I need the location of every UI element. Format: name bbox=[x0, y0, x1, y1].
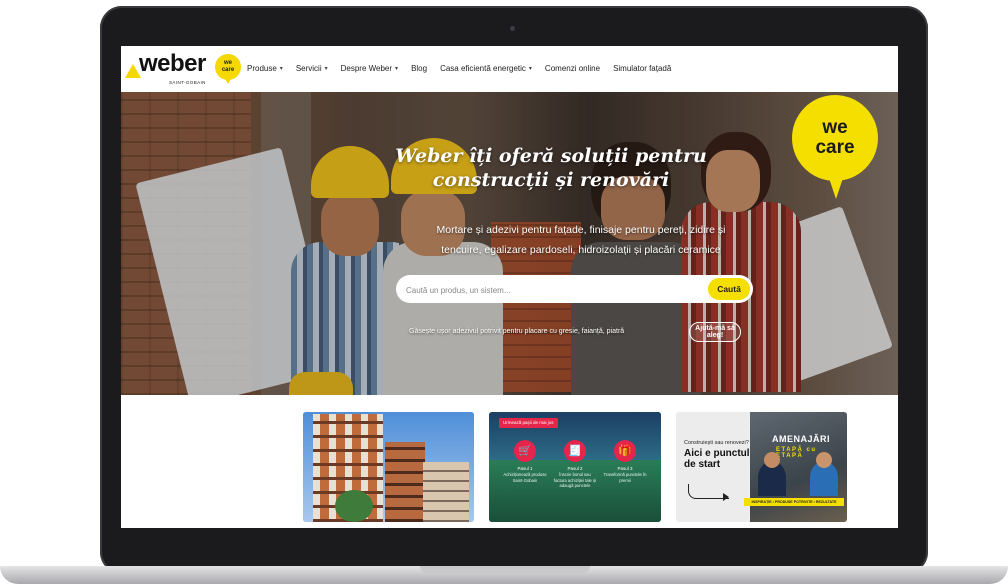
hero-banner: we care Weber îți oferă soluții pentru c… bbox=[121, 92, 898, 395]
logo-badge-care: care bbox=[221, 67, 235, 73]
promo-card-buildings[interactable] bbox=[303, 412, 474, 522]
card-banner: INSPIRAȚIE • PRODUSE POTRIVITE • REZULTA… bbox=[744, 498, 844, 506]
step-title: Pasul 3 bbox=[617, 466, 633, 471]
menu-item-label: Comenzi online bbox=[544, 64, 601, 73]
chevron-down-icon: ▾ bbox=[395, 66, 399, 72]
step-text: Transformă punctele în premii bbox=[603, 472, 647, 483]
step-title: Pasul 1 bbox=[517, 466, 533, 471]
site-header: weber SAINT-GOBAIN we care Produse ▾ Ser… bbox=[121, 46, 898, 92]
menu-item-label: Blog bbox=[411, 64, 428, 73]
menu-item-simulator-fatada[interactable]: Simulator fațadă bbox=[613, 64, 671, 73]
adhesive-finder-text: Găsește ușor adezivul potrivit pentru pl… bbox=[409, 328, 625, 335]
help-me-choose-button[interactable]: Ajută-mă să aleg! bbox=[689, 322, 741, 342]
promo-tag: Urmează pașii de mai jos bbox=[499, 418, 558, 428]
menu-item-servicii[interactable]: Servicii ▾ bbox=[296, 64, 328, 73]
logo-badge-we: we bbox=[223, 60, 232, 66]
cart-icon: 🛒 bbox=[514, 440, 536, 462]
menu-item-blog[interactable]: Blog bbox=[411, 64, 427, 73]
menu-item-label: Simulator fațadă bbox=[613, 64, 672, 73]
menu-item-label: Despre Weber bbox=[340, 64, 393, 73]
search-bar: Caută bbox=[396, 275, 753, 303]
step-text: Achiziționează produse Saint-Gobain bbox=[503, 472, 547, 483]
we-care-logo-badge: we care bbox=[215, 54, 241, 84]
promo-card-renovation[interactable]: Construiești sau renovezi? Aici e punctu… bbox=[676, 412, 847, 522]
card-right-panel: AMENAJĂRI ETAPĂ cu ETAPĂ INSPIRAȚIE • PR… bbox=[744, 412, 847, 522]
presenter-face bbox=[816, 452, 832, 468]
step-text: Înscrie bonul sau factura achiziției tal… bbox=[553, 472, 597, 488]
menu-item-despre-weber[interactable]: Despre Weber ▾ bbox=[341, 64, 398, 73]
gift-icon: 🎁 bbox=[614, 440, 636, 462]
main-menu: Produse ▾ Servicii ▾ Despre Weber ▾ Blog… bbox=[247, 64, 684, 73]
browser-viewport: weber SAINT-GOBAIN we care Produse ▾ Ser… bbox=[121, 46, 898, 528]
logo-subtitle: SAINT-GOBAIN bbox=[169, 80, 206, 85]
menu-item-produse[interactable]: Produse ▾ bbox=[247, 64, 283, 73]
menu-item-comenzi-online[interactable]: Comenzi online bbox=[545, 64, 600, 73]
logo-wordmark: weber bbox=[139, 50, 206, 77]
camera-icon bbox=[510, 26, 515, 31]
menu-item-casa-eficienta[interactable]: Casa eficientă energetic ▾ bbox=[440, 64, 532, 73]
receipt-icon: 🧾 bbox=[564, 440, 586, 462]
we-care-badge: we care bbox=[792, 95, 878, 199]
badge-we: we bbox=[822, 117, 848, 138]
step-2: 🧾 Pasul 2 Înscrie bonul sau factura achi… bbox=[553, 440, 597, 489]
badge-care: care bbox=[815, 137, 855, 158]
card-subtitle: ETAPĂ cu ETAPĂ bbox=[776, 447, 817, 459]
hero-title: Weber îți oferă soluții pentru construcț… bbox=[351, 144, 751, 192]
hero-subtitle: Mortare și adezivi pentru fațade, finisa… bbox=[391, 220, 771, 260]
chevron-down-icon: ▾ bbox=[279, 66, 283, 72]
menu-item-label: Casa eficientă energetic bbox=[440, 64, 526, 73]
weber-logo[interactable]: weber SAINT-GOBAIN we care bbox=[125, 50, 245, 90]
hero-subtitle-line-2: tencuire, egalizare pardoseli, hidroizol… bbox=[441, 244, 721, 256]
chevron-down-icon: ▾ bbox=[528, 66, 532, 72]
hero-title-line-2: construcții și renovări bbox=[432, 169, 670, 191]
search-button[interactable]: Caută bbox=[708, 278, 750, 300]
chevron-down-icon: ▾ bbox=[324, 66, 328, 72]
arrow-right-icon bbox=[688, 484, 729, 501]
card-headline: Aici e punctul de start bbox=[684, 448, 750, 470]
card-title: AMENAJĂRI bbox=[772, 434, 831, 444]
laptop-notch bbox=[420, 566, 590, 573]
card-building-image bbox=[385, 442, 425, 522]
presenter-face bbox=[764, 452, 780, 468]
card-building-image bbox=[423, 462, 469, 522]
step-3: 🎁 Pasul 3 Transformă punctele în premii bbox=[603, 440, 647, 483]
menu-item-label: Produse bbox=[247, 64, 277, 73]
promo-card-loyalty-steps[interactable]: Urmează pașii de mai jos 🛒 Pasul 1 Achiz… bbox=[489, 412, 661, 522]
menu-item-label: Servicii bbox=[295, 64, 322, 73]
hero-title-line-1: Weber îți oferă soluții pentru bbox=[395, 145, 707, 167]
step-1: 🛒 Pasul 1 Achiziționează produse Saint-G… bbox=[503, 440, 547, 483]
search-input[interactable] bbox=[404, 279, 698, 301]
step-title: Pasul 2 bbox=[567, 466, 583, 471]
tree-image bbox=[335, 490, 373, 522]
hero-subtitle-line-1: Mortare și adezivi pentru fațade, finisa… bbox=[436, 224, 726, 236]
card-question: Construiești sau renovezi? bbox=[684, 440, 749, 446]
